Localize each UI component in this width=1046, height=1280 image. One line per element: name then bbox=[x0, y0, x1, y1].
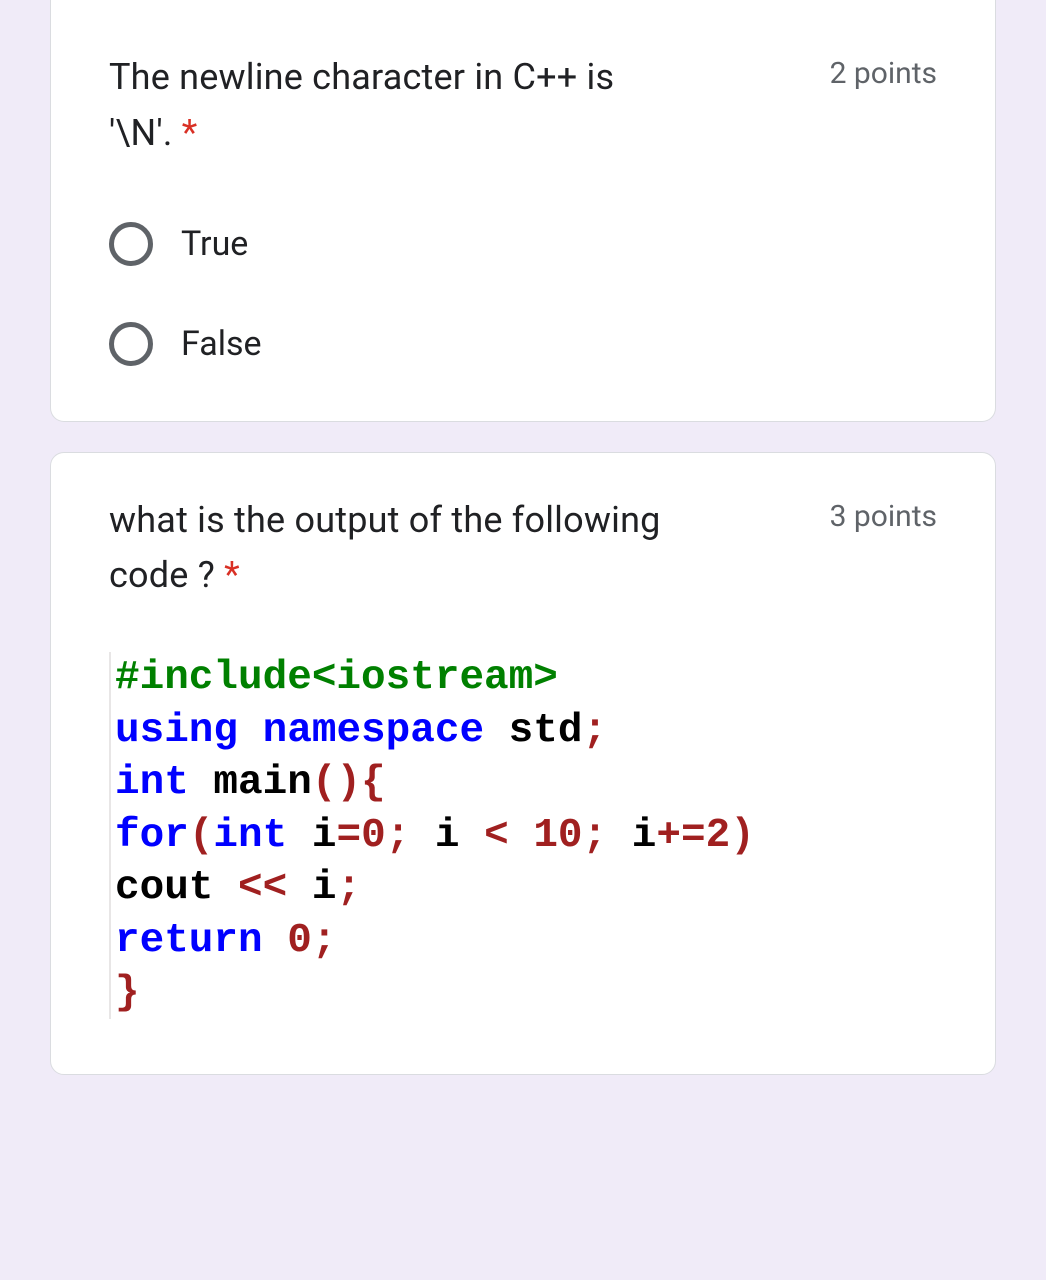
radio-icon bbox=[109, 222, 153, 266]
question-text: The newline character in C++ is '\N'. * bbox=[109, 50, 800, 162]
option-false[interactable]: False bbox=[109, 322, 937, 366]
option-true[interactable]: True bbox=[109, 222, 937, 266]
question-header: The newline character in C++ is '\N'. * … bbox=[109, 50, 937, 162]
code-kw: namespace bbox=[263, 708, 484, 754]
question-card-2: what is the output of the following code… bbox=[50, 452, 996, 1076]
question-line1: what is the output of the following bbox=[109, 499, 661, 541]
code-kw: for bbox=[115, 813, 189, 859]
question-line1: The newline character in C++ is bbox=[109, 56, 614, 98]
question-line2: code ? bbox=[109, 554, 215, 596]
question-text: what is the output of the following code… bbox=[109, 493, 800, 605]
code-kw: return bbox=[115, 918, 263, 964]
required-marker: * bbox=[224, 554, 240, 596]
code-block: #include<iostream> using namespace std; … bbox=[109, 652, 937, 1019]
code-kw: int bbox=[115, 760, 189, 806]
required-marker: * bbox=[182, 112, 198, 154]
options-group: True False bbox=[109, 222, 937, 366]
question-line2: '\N'. bbox=[109, 112, 173, 154]
question-header: what is the output of the following code… bbox=[109, 493, 937, 605]
question-card-1: The newline character in C++ is '\N'. * … bbox=[50, 0, 996, 422]
points-label: 3 points bbox=[830, 493, 937, 534]
option-label: True bbox=[181, 224, 248, 264]
option-label: False bbox=[181, 324, 262, 364]
points-label: 2 points bbox=[830, 50, 937, 91]
code-include: #include<iostream> bbox=[115, 655, 558, 701]
code-kw: using bbox=[115, 708, 238, 754]
radio-icon bbox=[109, 322, 153, 366]
